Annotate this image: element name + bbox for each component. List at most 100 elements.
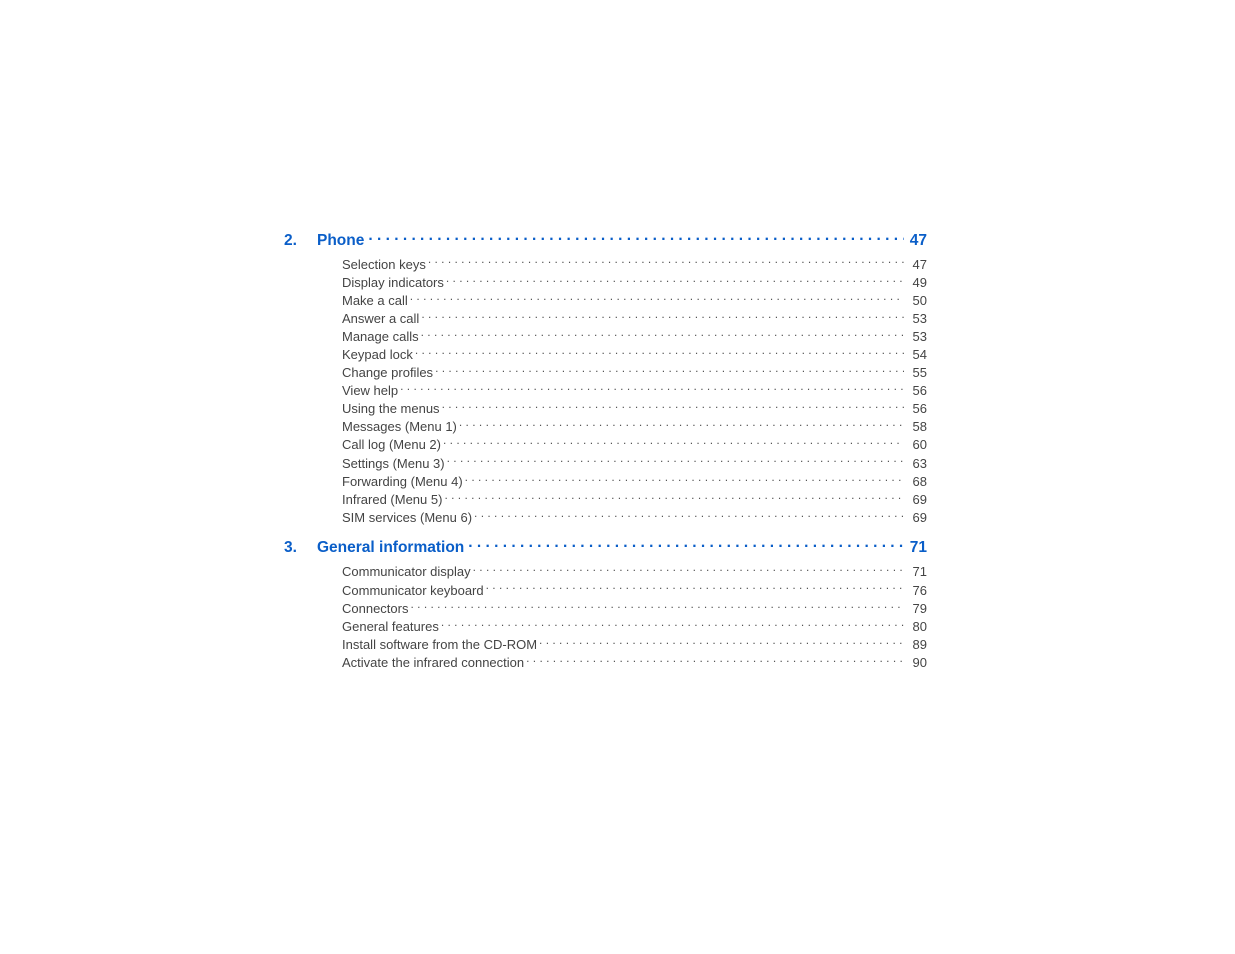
- toc-section-title: Phone: [317, 232, 364, 250]
- leader-dots: [410, 600, 904, 613]
- toc-section-number: 2.: [284, 232, 317, 250]
- leader-dots: [465, 473, 904, 486]
- leader-dots: [444, 491, 904, 504]
- toc-entry-page: 53: [907, 310, 927, 328]
- toc-entry-title: Install software from the CD-ROM: [342, 636, 537, 654]
- toc-section-page: 47: [910, 232, 927, 250]
- leader-dots: [421, 328, 904, 341]
- leader-dots: [447, 455, 904, 468]
- toc-section: 3. General information 71 Communicator d…: [284, 537, 927, 672]
- leader-dots: [443, 436, 904, 449]
- leader-dots: [486, 582, 904, 595]
- toc-entry-title: Display indicators: [342, 274, 444, 292]
- toc-entry-page: 89: [907, 636, 927, 654]
- leader-dots: [459, 418, 904, 431]
- toc-entry-title: Selection keys: [342, 256, 426, 274]
- toc-entry[interactable]: General features 80: [342, 618, 927, 636]
- toc-entry-page: 69: [907, 509, 927, 527]
- leader-dots: [442, 400, 904, 413]
- toc-section: 2. Phone 47 Selection keys 47 Display in…: [284, 229, 927, 527]
- toc-entry-page: 54: [907, 346, 927, 364]
- toc-entry-page: 90: [907, 654, 927, 672]
- toc-entry-title: Make a call: [342, 292, 408, 310]
- toc-entry-page: 63: [907, 455, 927, 473]
- toc-entry-title: Change profiles: [342, 364, 433, 382]
- leader-dots: [435, 364, 904, 377]
- toc-section-number: 3.: [284, 539, 317, 557]
- toc-entry-title: Using the menus: [342, 400, 440, 418]
- toc-entry-title: Communicator display: [342, 563, 471, 581]
- toc-entry[interactable]: Activate the infrared connection 90: [342, 654, 927, 672]
- toc-entry-title: SIM services (Menu 6): [342, 509, 472, 527]
- toc-section-head[interactable]: 2. Phone 47: [284, 229, 927, 250]
- leader-dots: [415, 346, 904, 359]
- leader-dots: [474, 509, 904, 522]
- toc-entry[interactable]: SIM services (Menu 6) 69: [342, 509, 927, 527]
- toc-entry-page: 50: [907, 292, 927, 310]
- leader-dots: [468, 537, 903, 553]
- toc-entry[interactable]: Messages (Menu 1) 58: [342, 418, 927, 436]
- table-of-contents: 2. Phone 47 Selection keys 47 Display in…: [284, 229, 927, 682]
- toc-entry-title: Keypad lock: [342, 346, 413, 364]
- toc-section-page: 71: [910, 539, 927, 557]
- toc-entry-page: 80: [907, 618, 927, 636]
- toc-entry-page: 68: [907, 473, 927, 491]
- toc-entry[interactable]: Make a call 50: [342, 292, 927, 310]
- toc-entry[interactable]: Keypad lock 54: [342, 346, 927, 364]
- leader-dots: [441, 618, 904, 631]
- toc-entry-page: 71: [907, 563, 927, 581]
- leader-dots: [368, 229, 903, 245]
- toc-entry-page: 49: [907, 274, 927, 292]
- toc-entry-title: Settings (Menu 3): [342, 455, 445, 473]
- toc-entry-page: 55: [907, 364, 927, 382]
- toc-entry[interactable]: Communicator display 71: [342, 563, 927, 581]
- toc-entry-page: 47: [907, 256, 927, 274]
- leader-dots: [526, 654, 904, 667]
- leader-dots: [421, 310, 904, 323]
- leader-dots: [539, 636, 904, 649]
- toc-entries: Selection keys 47 Display indicators 49 …: [342, 256, 927, 527]
- toc-entry[interactable]: Answer a call 53: [342, 310, 927, 328]
- toc-entry-title: Answer a call: [342, 310, 419, 328]
- toc-section-title: General information: [317, 539, 464, 557]
- toc-entry-title: Communicator keyboard: [342, 582, 484, 600]
- toc-entry-page: 76: [907, 582, 927, 600]
- toc-entry[interactable]: Connectors 79: [342, 600, 927, 618]
- toc-entry-page: 69: [907, 491, 927, 509]
- leader-dots: [410, 292, 904, 305]
- leader-dots: [428, 256, 904, 269]
- toc-entry-title: Forwarding (Menu 4): [342, 473, 463, 491]
- toc-entry[interactable]: Call log (Menu 2) 60: [342, 436, 927, 454]
- toc-entry-page: 56: [907, 400, 927, 418]
- toc-entry-page: 56: [907, 382, 927, 400]
- toc-entries: Communicator display 71 Communicator key…: [342, 563, 927, 672]
- toc-entry-title: Call log (Menu 2): [342, 436, 441, 454]
- toc-entry[interactable]: Manage calls 53: [342, 328, 927, 346]
- toc-entry[interactable]: Communicator keyboard 76: [342, 582, 927, 600]
- toc-entry[interactable]: Selection keys 47: [342, 256, 927, 274]
- toc-entry[interactable]: Infrared (Menu 5) 69: [342, 491, 927, 509]
- toc-entry-title: Manage calls: [342, 328, 419, 346]
- toc-entry-page: 60: [907, 436, 927, 454]
- leader-dots: [446, 274, 904, 287]
- toc-entry-page: 79: [907, 600, 927, 618]
- toc-entry-title: Connectors: [342, 600, 408, 618]
- toc-entry[interactable]: Change profiles 55: [342, 364, 927, 382]
- toc-entry-page: 58: [907, 418, 927, 436]
- toc-entry[interactable]: Using the menus 56: [342, 400, 927, 418]
- leader-dots: [473, 563, 904, 576]
- leader-dots: [400, 382, 904, 395]
- document-page: 2. Phone 47 Selection keys 47 Display in…: [0, 0, 1235, 954]
- toc-entry-title: Infrared (Menu 5): [342, 491, 442, 509]
- toc-entry-page: 53: [907, 328, 927, 346]
- toc-entry-title: View help: [342, 382, 398, 400]
- toc-entry[interactable]: Forwarding (Menu 4) 68: [342, 473, 927, 491]
- toc-section-head[interactable]: 3. General information 71: [284, 537, 927, 558]
- toc-entry[interactable]: View help 56: [342, 382, 927, 400]
- toc-entry[interactable]: Settings (Menu 3) 63: [342, 455, 927, 473]
- toc-entry[interactable]: Display indicators 49: [342, 274, 927, 292]
- toc-entry-title: General features: [342, 618, 439, 636]
- toc-entry-title: Messages (Menu 1): [342, 418, 457, 436]
- toc-entry[interactable]: Install software from the CD-ROM 89: [342, 636, 927, 654]
- toc-entry-title: Activate the infrared connection: [342, 654, 524, 672]
